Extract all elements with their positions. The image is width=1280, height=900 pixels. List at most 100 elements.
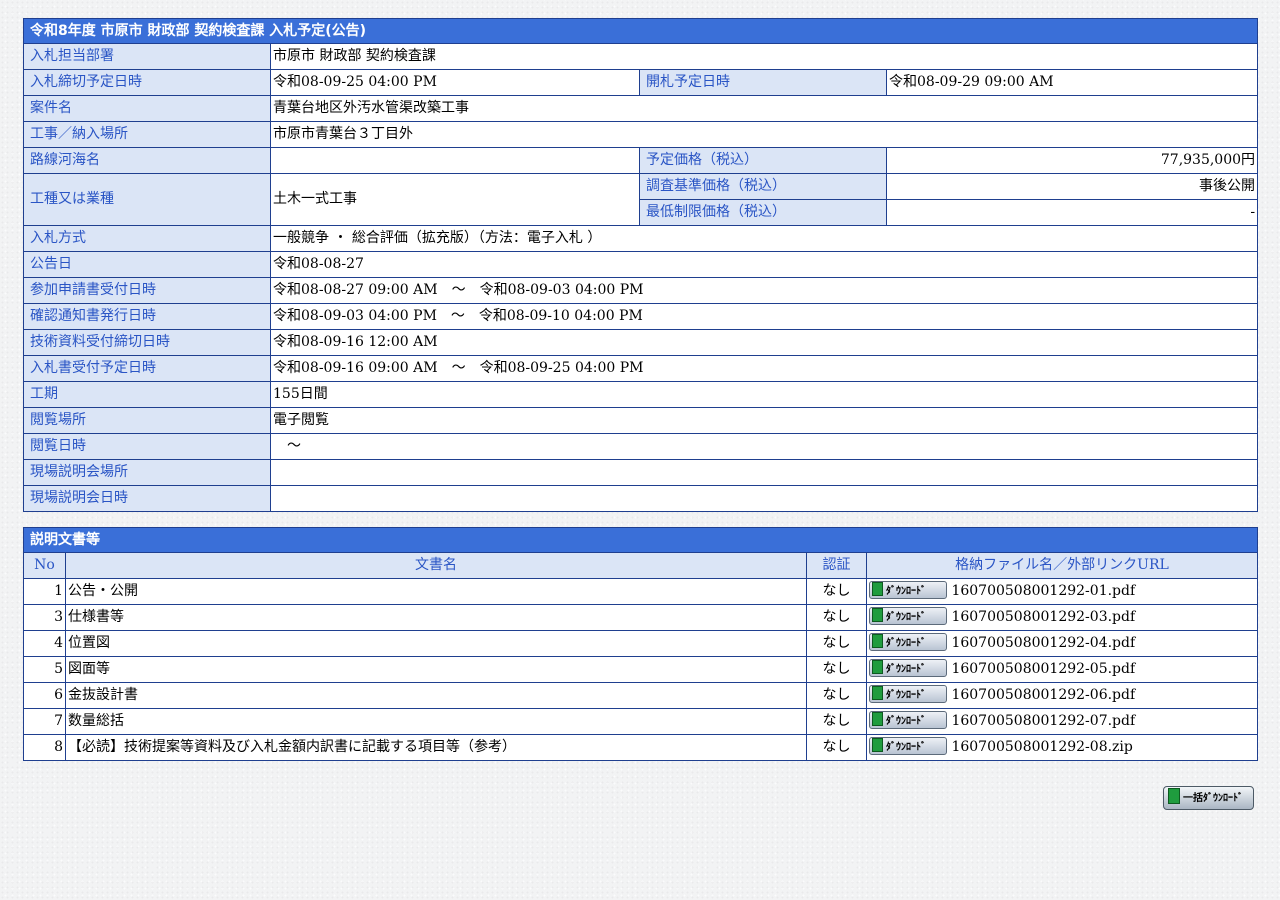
- view-date-label: 閲覧日時: [23, 433, 271, 460]
- view-date-value: ～: [269, 433, 1259, 460]
- notice-date-value: 令和08-08-27: [269, 251, 1259, 278]
- download-button-label: ﾀﾞｳﾝﾛｰﾄﾞ: [886, 585, 926, 597]
- table-row: 7 数量総括 なし ﾀﾞｳﾝﾛｰﾄﾞ 160700508001292-07.pdf: [23, 708, 1258, 735]
- notice-date-label: 公告日: [23, 251, 271, 278]
- col-header-file: 格納ファイル名／外部リンクURL: [866, 552, 1258, 579]
- doc-file-cell: ﾀﾞｳﾝﾛｰﾄﾞ 160700508001292-01.pdf: [866, 578, 1258, 605]
- download-button[interactable]: ﾀﾞｳﾝﾛｰﾄﾞ: [869, 580, 947, 599]
- deadline-value: 令和08-09-25 04:00 PM: [270, 69, 640, 96]
- download-button[interactable]: ﾀﾞｳﾝﾛｰﾄﾞ: [869, 632, 947, 651]
- route-value: [270, 147, 640, 174]
- doc-no: 1: [23, 578, 66, 605]
- table-row: 1 公告・公開 なし ﾀﾞｳﾝﾛｰﾄﾞ 160700508001292-01.pdf: [23, 578, 1258, 605]
- doc-file-name[interactable]: 160700508001292-04.pdf: [951, 635, 1135, 651]
- planned-price-label: 予定価格（税込）: [639, 147, 887, 174]
- doc-no: 5: [23, 656, 66, 683]
- doc-auth: なし: [806, 630, 867, 657]
- opening-label: 開札予定日時: [639, 69, 887, 96]
- site-place-value: [269, 459, 1259, 486]
- confirmation-value: 令和08-09-03 04:00 PM ～ 令和08-09-10 04:00 P…: [269, 303, 1259, 330]
- doc-file-cell: ﾀﾞｳﾝﾛｰﾄﾞ 160700508001292-05.pdf: [866, 656, 1258, 683]
- case-value: 青葉台地区外汚水管渠改築工事: [269, 95, 1259, 122]
- doc-auth: なし: [806, 656, 867, 683]
- download-icon: [872, 685, 883, 700]
- download-button-label: ﾀﾞｳﾝﾛｰﾄﾞ: [886, 715, 926, 727]
- doc-file-name[interactable]: 160700508001292-05.pdf: [951, 661, 1135, 677]
- doc-auth: なし: [806, 708, 867, 735]
- download-button[interactable]: ﾀﾞｳﾝﾛｰﾄﾞ: [869, 658, 947, 677]
- view-place-label: 閲覧場所: [23, 407, 271, 434]
- doc-auth: なし: [806, 682, 867, 709]
- doc-name: 位置図: [65, 630, 807, 657]
- doc-no: 4: [23, 630, 66, 657]
- table-row: 4 位置図 なし ﾀﾞｳﾝﾛｰﾄﾞ 160700508001292-04.pdf: [23, 630, 1258, 657]
- documents-title: 説明文書等: [23, 527, 1258, 553]
- doc-name: 図面等: [65, 656, 807, 683]
- doc-no: 8: [23, 734, 66, 761]
- dept-label: 入札担当部署: [23, 43, 271, 70]
- doc-file-name[interactable]: 160700508001292-06.pdf: [951, 687, 1135, 703]
- application-label: 参加申請書受付日時: [23, 277, 271, 304]
- site-date-value: [269, 485, 1259, 512]
- page-wrapper: 令和8年度 市原市 財政部 契約検査課 入札予定(公告) 入札担当部署 市原市 …: [22, 18, 1259, 761]
- doc-file-cell: ﾀﾞｳﾝﾛｰﾄﾞ 160700508001292-04.pdf: [866, 630, 1258, 657]
- download-button[interactable]: ﾀﾞｳﾝﾛｰﾄﾞ: [869, 606, 947, 625]
- planned-price-value: 77,935,000円: [885, 147, 1259, 174]
- download-icon: [872, 607, 883, 622]
- download-icon: [872, 633, 883, 648]
- dept-value: 市原市 財政部 契約検査課: [269, 43, 1259, 70]
- bid-accept-label: 入札書受付予定日時: [23, 355, 271, 382]
- doc-file-name[interactable]: 160700508001292-03.pdf: [951, 609, 1135, 625]
- download-button[interactable]: ﾀﾞｳﾝﾛｰﾄﾞ: [869, 710, 947, 729]
- bulk-download-label: 一括ﾀﾞｳﾝﾛｰﾄﾞ: [1183, 793, 1243, 804]
- opening-value: 令和08-09-29 09:00 AM: [885, 69, 1259, 96]
- survey-price-label: 調査基準価格（税込）: [639, 173, 887, 200]
- download-icon: [872, 737, 883, 752]
- download-button-label: ﾀﾞｳﾝﾛｰﾄﾞ: [886, 689, 926, 701]
- table-row: 8 【必読】技術提案等資料及び入札金額内訳書に記載する項目等（参考） なし ﾀﾞｳﾝﾛ…: [23, 734, 1258, 761]
- tech-deadline-value: 令和08-09-16 12:00 AM: [269, 329, 1259, 356]
- doc-file-cell: ﾀﾞｳﾝﾛｰﾄﾞ 160700508001292-08.zip: [866, 734, 1258, 761]
- type-label: 工種又は業種: [23, 173, 271, 226]
- view-place-value: 電子閲覧: [269, 407, 1259, 434]
- survey-price-value: 事後公開: [885, 173, 1259, 200]
- doc-name: 数量総括: [65, 708, 807, 735]
- doc-no: 6: [23, 682, 66, 709]
- doc-file-cell: ﾀﾞｳﾝﾛｰﾄﾞ 160700508001292-07.pdf: [866, 708, 1258, 735]
- method-value: 一般競争 ・ 総合評価（拡充版）（方法：電子入札 ）: [269, 225, 1259, 252]
- period-label: 工期: [23, 381, 271, 408]
- download-icon: [1168, 788, 1180, 804]
- route-label: 路線河海名: [23, 147, 271, 174]
- download-button[interactable]: ﾀﾞｳﾝﾛｰﾄﾞ: [869, 684, 947, 703]
- table-row: 3 仕様書等 なし ﾀﾞｳﾝﾛｰﾄﾞ 160700508001292-03.pdf: [23, 604, 1258, 631]
- tech-deadline-label: 技術資料受付締切日時: [23, 329, 271, 356]
- bid-accept-value: 令和08-09-16 09:00 AM ～ 令和08-09-25 04:00 P…: [269, 355, 1259, 382]
- bulk-download-button[interactable]: 一括ﾀﾞｳﾝﾛｰﾄﾞ: [1163, 786, 1254, 810]
- download-button-label: ﾀﾞｳﾝﾛｰﾄﾞ: [886, 637, 926, 649]
- doc-name: 公告・公開: [65, 578, 807, 605]
- documents-table: 説明文書等 No 文書名 認証 格納ファイル名／外部リンクURL 1 公告・公開な…: [23, 527, 1258, 761]
- confirmation-label: 確認通知書発行日時: [23, 303, 271, 330]
- table-row: 5 図面等 なし ﾀﾞｳﾝﾛｰﾄﾞ 160700508001292-05.pdf: [23, 656, 1258, 683]
- method-label: 入札方式: [23, 225, 271, 252]
- application-value: 令和08-08-27 09:00 AM ～ 令和08-09-03 04:00 P…: [269, 277, 1259, 304]
- document-rows: 1 公告・公開 なし ﾀﾞｳﾝﾛｰﾄﾞ 160700508001292-01.pdf 3…: [23, 578, 1258, 761]
- deadline-label: 入札締切予定日時: [23, 69, 271, 96]
- download-icon: [872, 659, 883, 674]
- site-place-label: 現場説明会場所: [23, 459, 271, 486]
- doc-name: 【必読】技術提案等資料及び入札金額内訳書に記載する項目等（参考）: [65, 734, 807, 761]
- download-button[interactable]: ﾀﾞｳﾝﾛｰﾄﾞ: [869, 736, 947, 755]
- place-label: 工事／納入場所: [23, 121, 271, 148]
- doc-file-name[interactable]: 160700508001292-08.zip: [951, 739, 1132, 755]
- bid-info-title: 令和8年度 市原市 財政部 契約検査課 入札予定(公告): [22, 18, 1259, 44]
- doc-auth: なし: [806, 578, 867, 605]
- table-row: 6 金抜設計書 なし ﾀﾞｳﾝﾛｰﾄﾞ 160700508001292-06.pdf: [23, 682, 1258, 709]
- col-header-name: 文書名: [65, 552, 807, 579]
- doc-file-name[interactable]: 160700508001292-07.pdf: [951, 713, 1135, 729]
- doc-no: 7: [23, 708, 66, 735]
- doc-file-name[interactable]: 160700508001292-01.pdf: [951, 583, 1135, 599]
- case-label: 案件名: [23, 95, 271, 122]
- min-price-value: -: [885, 199, 1259, 226]
- doc-auth: なし: [806, 734, 867, 761]
- doc-name: 金抜設計書: [65, 682, 807, 709]
